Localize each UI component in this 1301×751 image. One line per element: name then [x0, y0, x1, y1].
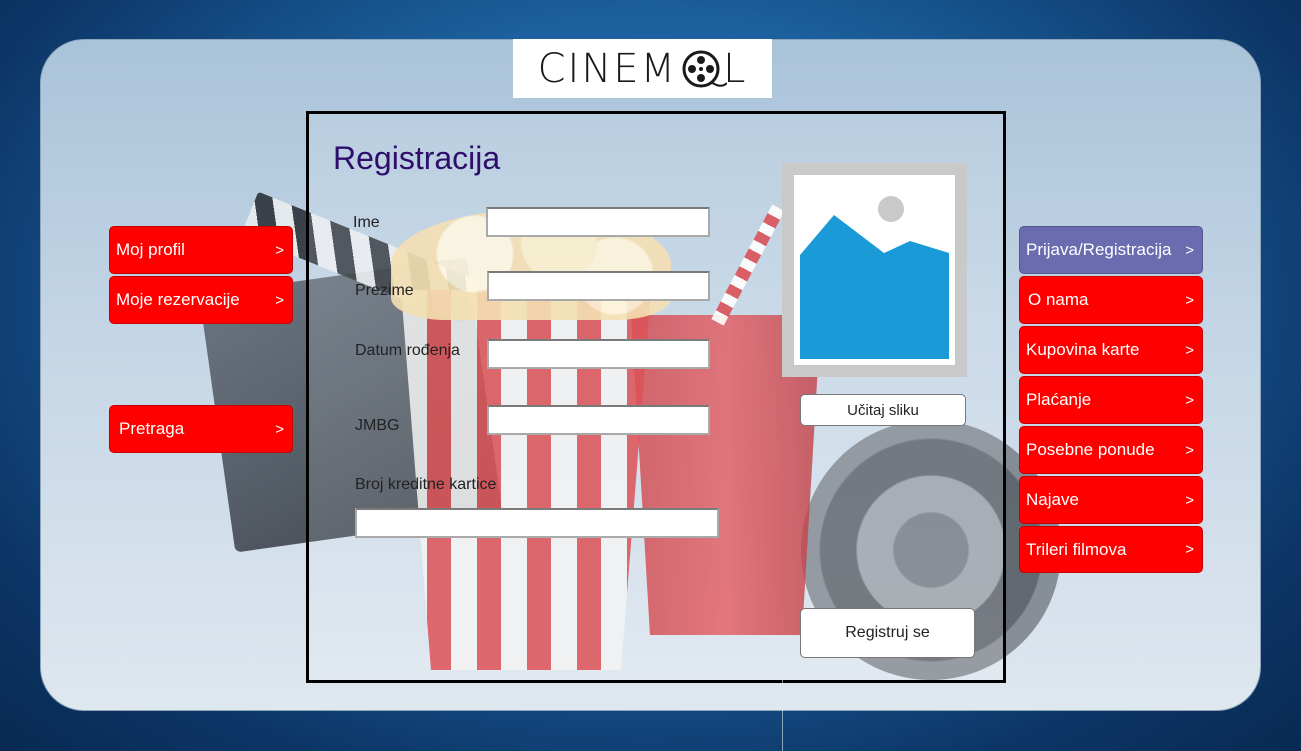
register-button[interactable]: Registruj se: [800, 608, 975, 658]
credit-card-label: Broj kreditne kartice: [355, 476, 497, 493]
nav-buy-ticket[interactable]: Kupovina karte >: [1019, 326, 1203, 374]
cinema-logo: CINEM L: [513, 39, 772, 98]
chevron-right-icon: >: [1185, 341, 1194, 359]
chevron-right-icon: >: [275, 420, 284, 438]
nav-announcements[interactable]: Najave >: [1019, 476, 1203, 524]
film-reel-icon: [681, 49, 728, 89]
chevron-right-icon: >: [1185, 291, 1194, 309]
birthdate-field[interactable]: [487, 339, 710, 369]
nav-about-us[interactable]: O nama >: [1019, 276, 1203, 324]
nav-label: Najave: [1026, 490, 1079, 509]
chevron-right-icon: >: [275, 291, 284, 309]
nav-trailers[interactable]: Trileri filmova >: [1019, 526, 1203, 573]
chevron-right-icon: >: [275, 241, 284, 259]
nav-label: Trileri filmova: [1026, 539, 1127, 559]
surname-field[interactable]: [487, 271, 710, 301]
nav-label: Pretraga: [119, 419, 185, 438]
chevron-right-icon: >: [1185, 391, 1194, 409]
name-field[interactable]: [486, 207, 710, 237]
jmbg-label: JMBG: [355, 417, 400, 434]
nav-my-profile[interactable]: Moj profil >: [109, 226, 293, 274]
nav-label: Kupovina karte: [1026, 340, 1140, 359]
nav-label: Moj profil: [116, 240, 185, 259]
nav-login-register[interactable]: Prijava/Registracija >: [1019, 226, 1203, 274]
nav-label: Posebne ponude: [1026, 440, 1155, 459]
name-label: Ime: [353, 214, 380, 231]
surname-label: Prezime: [355, 282, 414, 299]
nav-label: Prijava/Registracija: [1026, 240, 1172, 259]
nav-special-offers[interactable]: Posebne ponude >: [1019, 426, 1203, 474]
chevron-right-icon: >: [1185, 541, 1194, 558]
chevron-right-icon: >: [1185, 241, 1194, 259]
nav-search[interactable]: Pretraga >: [109, 405, 293, 453]
nav-label: Moje rezervacije: [116, 290, 240, 309]
chevron-right-icon: >: [1185, 441, 1194, 459]
nav-label: Plaćanje: [1026, 390, 1092, 409]
credit-card-field[interactable]: [355, 508, 719, 538]
nav-my-reservations[interactable]: Moje rezervacije >: [109, 276, 293, 324]
nav-label: O nama: [1028, 290, 1089, 309]
upload-photo-button[interactable]: Učitaj sliku: [800, 394, 966, 426]
profile-photo-frame: [782, 163, 967, 377]
logo-text: CINEM: [537, 45, 678, 92]
page-title: Registracija: [333, 140, 501, 176]
chevron-right-icon: >: [1185, 491, 1194, 509]
birthdate-label: Datum rođenja: [355, 342, 460, 359]
image-placeholder-icon: [794, 175, 955, 365]
nav-payment[interactable]: Plaćanje >: [1019, 376, 1203, 424]
jmbg-field[interactable]: [487, 405, 710, 435]
divider-line: [782, 680, 783, 751]
